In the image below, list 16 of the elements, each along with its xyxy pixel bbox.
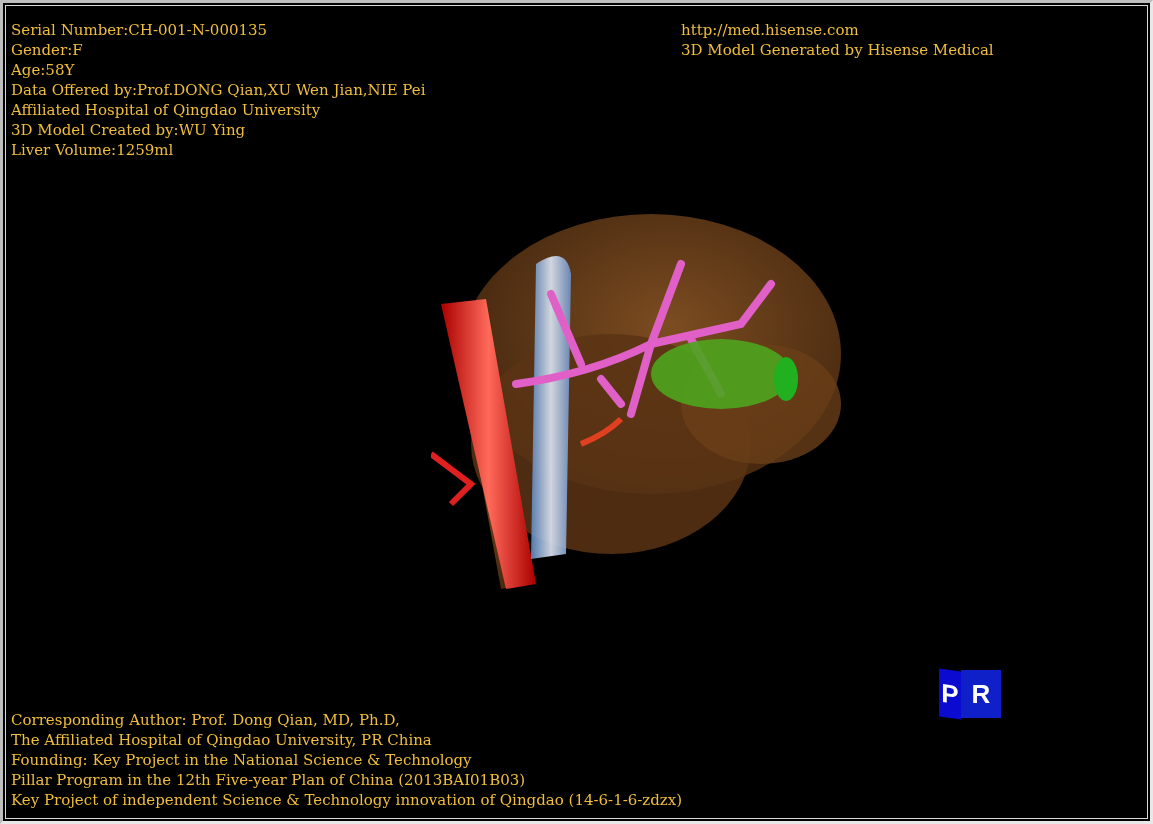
info-text: http://med.hisense.com — [681, 20, 860, 40]
credit-text: The Affiliated Hospital of Qingdao University, PR China — [11, 730, 433, 750]
info-text: Affiliated Hospital of Qingdao University — [11, 100, 322, 120]
info-text: 3D Model Created by:WU Ying — [11, 120, 247, 140]
info-text: Gender:F — [11, 40, 84, 60]
info-text: Data Offered by:Prof.DONG Qian,XU Wen Jian,NIE Pei — [11, 80, 426, 100]
cube-face: R — [961, 670, 1001, 718]
credit-text: Founding: Key Project in the National Science & Technology — [11, 750, 473, 770]
info-text: 3D Model Generated by Hisense Medical — [681, 40, 995, 60]
credit-text: Key Project of independent Science & Technology innovation of Qingdao (14-6-1-6-zdzx) — [11, 790, 683, 810]
credit-text: Corresponding Author: Prof. Dong Qian, MD, Ph.D, — [11, 710, 401, 730]
cube-face: P — [939, 668, 961, 720]
info-text: Liver Volume:1259ml — [11, 140, 175, 160]
info-text: Serial Number:CH-001-N-000135 — [11, 20, 269, 40]
info-text: Age:58Y — [11, 60, 76, 80]
credit-text: Pillar Program in the 12th Five-year Plan of China (2013BAI01B03) — [11, 770, 527, 790]
